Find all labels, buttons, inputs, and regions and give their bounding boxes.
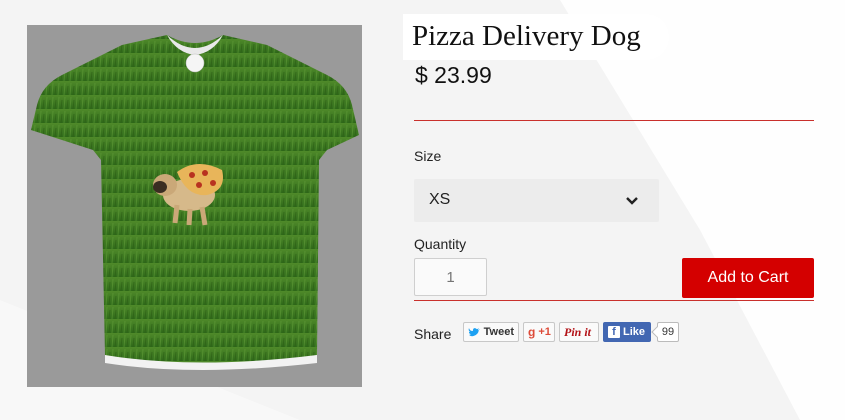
tshirt-illustration: [31, 35, 359, 370]
product-image[interactable]: [27, 25, 362, 387]
product-title: Pizza Delivery Dog: [412, 20, 641, 52]
google-plus-button[interactable]: g +1: [523, 322, 555, 342]
size-select[interactable]: XS: [414, 179, 659, 222]
tweet-button[interactable]: Tweet: [463, 322, 519, 342]
facebook-like-button[interactable]: f Like: [603, 322, 651, 342]
like-count: 99: [657, 322, 679, 342]
quantity-label: Quantity: [414, 236, 467, 252]
share-label: Share: [414, 326, 452, 342]
product-price: $ 23.99: [415, 62, 492, 88]
size-selected-value: XS: [429, 191, 451, 208]
facebook-like-label: Like: [623, 326, 646, 338]
divider: [414, 300, 814, 301]
pinterest-label: Pin it: [564, 325, 592, 339]
divider: [414, 120, 814, 121]
quantity-input[interactable]: [414, 258, 487, 296]
add-to-cart-button[interactable]: Add to Cart: [682, 258, 814, 298]
tweet-label: Tweet: [483, 326, 514, 338]
chevron-down-icon: [626, 197, 638, 205]
pinterest-button[interactable]: Pin it: [559, 322, 599, 342]
google-plus-label: +1: [538, 326, 551, 338]
facebook-icon: f: [608, 326, 620, 338]
twitter-bird-icon: [468, 327, 480, 336]
google-plus-icon: g: [528, 325, 536, 339]
size-label: Size: [414, 148, 442, 164]
